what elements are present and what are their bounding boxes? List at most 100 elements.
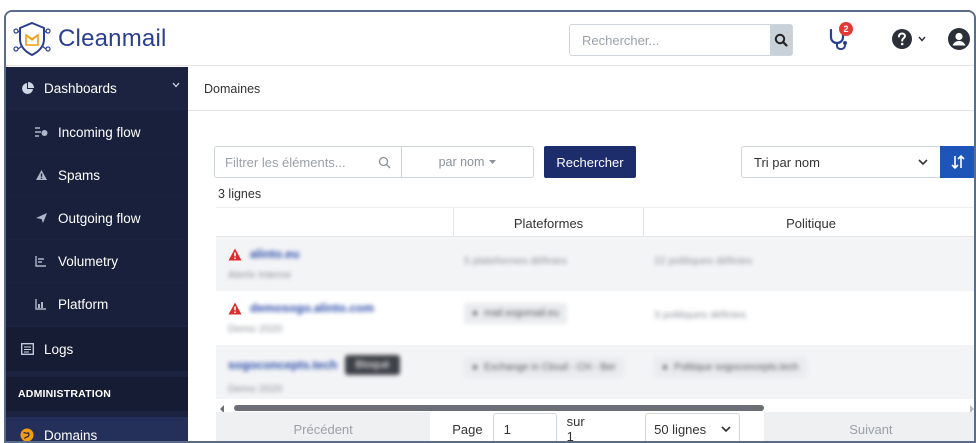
- domain-link[interactable]: sogoconcepts.tech: [228, 358, 337, 372]
- platform-pill-label: mail.sogomail.eu: [484, 308, 560, 319]
- sort-select[interactable]: Tri par nom: [741, 146, 941, 178]
- chevron-down-icon: [172, 82, 180, 88]
- row-count: 3 lignes: [218, 187, 262, 201]
- global-search-input[interactable]: [570, 25, 770, 55]
- sidebar-item-incoming-flow[interactable]: Incoming flow: [6, 111, 188, 153]
- domain-subtitle: Alerte Interne: [228, 269, 292, 281]
- search-icon: [774, 33, 788, 47]
- warning-icon: [34, 168, 48, 182]
- sidebar-item-domains[interactable]: Domains: [6, 417, 188, 443]
- sidebar-item-label: Outgoing flow: [58, 210, 141, 226]
- page-indicator: Page sur 1: [452, 413, 593, 441]
- page-number-input[interactable]: [492, 413, 557, 441]
- table-header: Plateformes Politique: [216, 207, 974, 238]
- domain-link[interactable]: alinto.eu: [250, 247, 299, 261]
- previous-page-button[interactable]: Précédent: [216, 412, 431, 441]
- help-icon: [891, 29, 912, 49]
- sidebar: Dashboards Incoming flow Spams Outgoing …: [6, 67, 188, 443]
- domain-cell: sogoconcepts.tech Bloqué Demo 2020: [216, 345, 454, 399]
- policy-cell: ● Politique sogoconcepts.tech: [644, 345, 974, 399]
- app-window: Cleanmail 2 Dashboards: [4, 10, 976, 443]
- policy-text: 3 politiques définies: [654, 309, 747, 321]
- warning-icon: [228, 248, 242, 260]
- list-icon: [34, 254, 48, 268]
- table-row[interactable]: demosogo.alinto.com Demo 2020 ● mail.sog…: [216, 291, 974, 345]
- policy-pill-label: Politique sogoconcepts.tech: [674, 362, 799, 373]
- globe-icon: [20, 428, 34, 441]
- user-menu-button[interactable]: [944, 24, 974, 54]
- sidebar-item-label: Logs: [44, 341, 74, 357]
- top-bar: Cleanmail 2: [6, 12, 974, 66]
- domain-link[interactable]: demosogo.alinto.com: [250, 301, 374, 315]
- breadcrumb: Domaines: [188, 67, 974, 111]
- platform-pill: ● Exchange in Cloud - CH - Ber: [464, 357, 624, 378]
- sidebar-item-label: Spams: [58, 167, 101, 183]
- pagination: Précédent Page sur 1 50 lignes Suivant: [216, 412, 974, 441]
- main-content: Domaines par nom Rechercher Tri par nom …: [188, 67, 974, 441]
- global-search-button[interactable]: [770, 25, 792, 55]
- table-row[interactable]: sogoconcepts.tech Bloqué Demo 2020 ● Exc…: [216, 345, 974, 399]
- filter-input[interactable]: [225, 154, 365, 170]
- sidebar-item-volumetry[interactable]: Volumetry: [6, 240, 188, 282]
- chart-icon: [34, 297, 48, 311]
- sidebar-item-label: Incoming flow: [58, 124, 141, 140]
- platform-pill-label: Exchange in Cloud - CH - Ber: [484, 362, 616, 373]
- sidebar-item-label: Dashboards: [44, 80, 117, 96]
- sidebar-item-label: Volumetry: [58, 253, 119, 269]
- sidebar-item-spams[interactable]: Spams: [6, 154, 188, 196]
- platform-cell: ● mail.sogomail.eu: [454, 291, 644, 345]
- search-button[interactable]: Rechercher: [544, 146, 636, 178]
- rows-per-page-select[interactable]: 50 lignes: [645, 413, 740, 441]
- platform-cell: 5 plateformes définies: [454, 237, 644, 291]
- domain-cell: demosogo.alinto.com Demo 2020: [216, 291, 454, 345]
- user-icon: [948, 28, 970, 50]
- brand[interactable]: Cleanmail: [12, 18, 167, 60]
- breadcrumb-current: Domaines: [204, 81, 261, 96]
- search-icon: [378, 156, 391, 168]
- sidebar-item-logs[interactable]: Logs: [6, 327, 188, 371]
- sort-select-value: Tri par nom: [754, 154, 820, 170]
- page-label: Page: [452, 421, 483, 437]
- chevron-down-icon: [918, 158, 928, 165]
- sidebar-item-dashboards[interactable]: Dashboards: [6, 67, 188, 109]
- notification-badge: 2: [839, 22, 853, 36]
- table-row[interactable]: alinto.eu Alerte Interne 5 plateformes d…: [216, 237, 974, 291]
- sidebar-item-outgoing-flow[interactable]: Outgoing flow: [6, 197, 188, 239]
- status-badge: Bloqué: [345, 355, 400, 375]
- policy-text: 22 politiques définies: [654, 255, 753, 267]
- sidebar-item-platform[interactable]: Platform: [6, 283, 188, 325]
- sort-icon: [951, 155, 965, 169]
- domains-table: Plateformes Politique alinto.eu Alerte I…: [216, 207, 974, 403]
- help-menu-button[interactable]: [888, 24, 928, 54]
- domain-cell: alinto.eu Alerte Interne: [216, 237, 454, 291]
- logs-icon: [20, 342, 34, 356]
- chevron-down-icon: [721, 425, 731, 432]
- chevron-down-icon: [917, 36, 926, 42]
- platform-cell: ● Exchange in Cloud - CH - Ber: [454, 345, 644, 399]
- platform-pill: ● mail.sogomail.eu: [464, 303, 568, 324]
- filter-field-select[interactable]: par nom: [402, 146, 534, 178]
- policy-cell: 3 politiques définies: [644, 291, 974, 345]
- pie-chart-icon: [20, 81, 34, 95]
- global-search: [569, 24, 793, 56]
- sidebar-section-administration: ADMINISTRATION: [6, 377, 188, 411]
- column-header[interactable]: Plateformes: [454, 208, 644, 238]
- policy-pill: ● Politique sogoconcepts.tech: [654, 357, 807, 378]
- send-icon: [34, 211, 48, 225]
- filter-field-select-value: par nom: [438, 155, 485, 169]
- scrollbar-thumb[interactable]: [234, 405, 764, 411]
- brand-name: Cleanmail: [58, 25, 167, 52]
- incoming-flow-icon: [34, 125, 48, 139]
- domain-subtitle: Demo 2020: [228, 383, 283, 395]
- sidebar-item-label: Domains: [44, 427, 98, 443]
- column-header[interactable]: Politique: [644, 208, 974, 238]
- warning-icon: [228, 302, 242, 314]
- caret-down-icon: [489, 159, 497, 164]
- sidebar-item-label: Platform: [58, 296, 109, 312]
- notifications-button[interactable]: 2: [821, 22, 855, 56]
- domain-subtitle: Demo 2020: [228, 323, 283, 335]
- next-page-button[interactable]: Suivant: [763, 412, 974, 441]
- column-header[interactable]: [216, 208, 454, 238]
- sort-direction-button[interactable]: [940, 146, 974, 178]
- filter-bar: par nom Rechercher: [214, 146, 636, 178]
